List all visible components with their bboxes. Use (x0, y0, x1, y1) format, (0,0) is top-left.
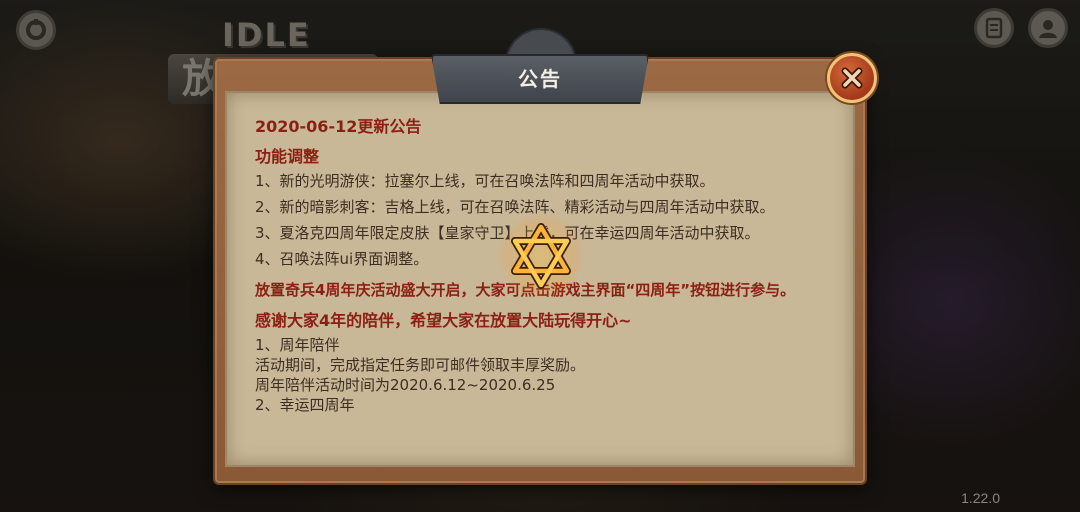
section-title: 2、幸运四周年 (255, 396, 355, 414)
version-label: 1.22.0 (961, 490, 1000, 506)
section-description: 活动期间，完成指定任务即可邮件领取丰厚奖励。 (255, 356, 586, 374)
dialog-title: 公告 (518, 67, 562, 91)
settings-icon[interactable] (16, 10, 56, 50)
feature-item: 1、新的光明游侠：拉塞尔上线，可在召唤法阵和四周年活动中获取。 (255, 172, 715, 190)
dialog-title-tab: 公告 (431, 28, 649, 106)
hexagram-loading-icon (497, 212, 585, 300)
close-button[interactable] (827, 53, 877, 103)
document-icon[interactable] (974, 8, 1014, 48)
announcement-date-title: 2020-06-12更新公告 (255, 117, 422, 136)
top-right-toolbar (974, 8, 1068, 48)
thanks-heading: 感谢大家4年的陪伴，希望大家在放置大陆玩得开心~ (255, 311, 632, 330)
user-avatar-icon[interactable] (1028, 8, 1068, 48)
close-x-icon (841, 67, 863, 89)
section-title: 1、周年陪伴 (255, 336, 340, 354)
feature-heading: 功能调整 (255, 147, 320, 166)
section-time: 周年陪伴活动时间为2020.6.12~2020.6.25 (255, 376, 556, 394)
